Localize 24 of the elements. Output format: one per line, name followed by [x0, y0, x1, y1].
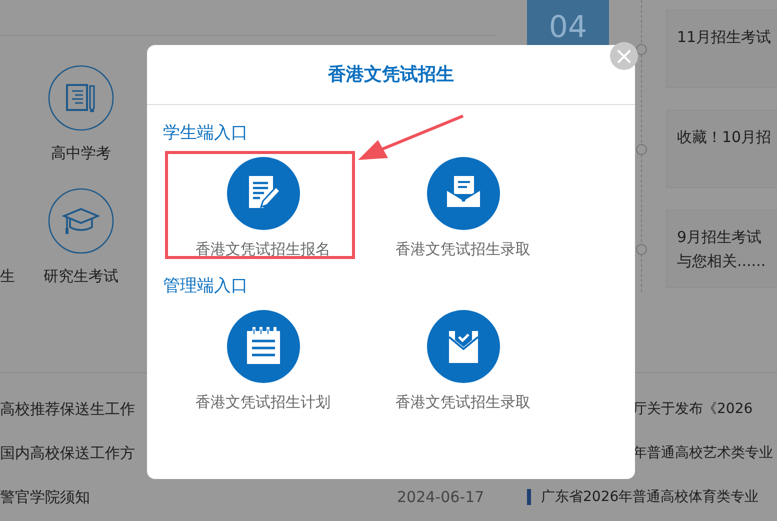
entry-link[interactable]: 香港文凭试招生报名	[196, 238, 330, 268]
graduation-cap-icon[interactable]	[48, 188, 114, 254]
category-label[interactable]: 研究生考试	[44, 266, 118, 286]
notebook-icon[interactable]	[48, 65, 114, 131]
envelope-check-icon[interactable]	[426, 310, 500, 383]
document-pencil-icon[interactable]	[226, 157, 300, 230]
date-box: 04	[527, 0, 609, 45]
list-marker	[527, 489, 531, 505]
news-date: 2024-06-17	[397, 487, 486, 508]
news-link[interactable]: 警官学院须知	[0, 475, 397, 519]
envelope-icon[interactable]	[426, 157, 500, 230]
entry-link[interactable]: 香港文凭试招生计划	[196, 391, 330, 421]
timeline-text[interactable]: 收藏！10月招	[677, 125, 772, 149]
modal-title: 香港文凭试招生	[328, 63, 454, 87]
timeline-text[interactable]: 11月招生考试	[677, 25, 772, 49]
notepad-icon[interactable]	[226, 310, 300, 383]
section-heading: 学生端入口	[163, 122, 249, 145]
news-link[interactable]: 广东省2026年普通高校体育类专业	[541, 475, 759, 519]
category-label[interactable]: 高中学考	[51, 143, 111, 163]
section-heading: 管理端入口	[163, 275, 249, 298]
entry-link[interactable]: 香港文凭试招生录取	[396, 391, 530, 421]
timeline-text[interactable]: 9月招生考试 与您相关......	[677, 225, 772, 273]
entry-link[interactable]: 香港文凭试招生录取	[396, 238, 530, 268]
category-label[interactable]: 生	[0, 266, 36, 286]
